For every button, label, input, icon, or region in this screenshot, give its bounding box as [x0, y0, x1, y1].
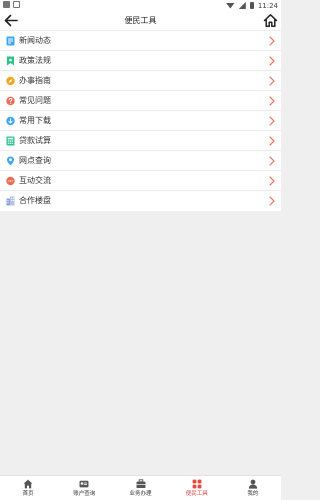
news-icon [6, 36, 15, 46]
notification-icon [3, 1, 10, 8]
bottom-navigation: 首页 账户查询 业务办理 便民工具 我的 [0, 475, 281, 500]
menu-item-label: 互动交流 [19, 176, 51, 185]
grid-icon [192, 479, 202, 489]
menu-item-label: 贷款试算 [19, 136, 51, 145]
status-bar: 11:24 [0, 0, 281, 11]
chevron-right-icon [269, 136, 275, 146]
nav-tools[interactable]: 便民工具 [169, 476, 225, 500]
home-button-icon[interactable] [263, 13, 278, 28]
notification-icon [13, 1, 20, 8]
status-time: 11:24 [257, 1, 278, 10]
menu-item-policy[interactable]: 政策法规 [0, 51, 281, 71]
battery-icon [249, 2, 254, 9]
location-icon [7, 156, 14, 166]
nav-account-query[interactable]: 账户查询 [56, 476, 112, 500]
account-card-icon [79, 480, 89, 488]
menu-item-interaction[interactable]: 互动交流 [0, 171, 281, 191]
nav-label: 我的 [247, 491, 259, 497]
menu-item-faq[interactable]: 常见问题 [0, 91, 281, 111]
nav-label: 便民工具 [185, 491, 208, 497]
chevron-right-icon [269, 76, 275, 86]
nav-home[interactable]: 首页 [0, 476, 56, 500]
chevron-right-icon [269, 56, 275, 66]
menu-item-partner-properties[interactable]: 合作楼盘 [0, 191, 281, 211]
nav-label: 账户查询 [73, 491, 96, 497]
nav-label: 首页 [22, 491, 34, 497]
nav-mine[interactable]: 我的 [225, 476, 281, 500]
download-icon [6, 116, 15, 126]
menu-item-label: 办事指南 [19, 76, 51, 85]
calculator-icon [6, 136, 15, 146]
wifi-icon [225, 2, 235, 9]
chat-icon [6, 176, 15, 186]
chevron-right-icon [269, 176, 275, 186]
home-icon [23, 479, 33, 489]
menu-item-label: 网点查询 [19, 156, 51, 165]
menu-item-downloads[interactable]: 常用下载 [0, 111, 281, 131]
bookmark-icon [7, 56, 14, 66]
notification-icons [3, 1, 20, 8]
user-icon [248, 479, 258, 489]
chevron-right-icon [269, 36, 275, 46]
signal-icon [238, 2, 246, 9]
menu-item-label: 常见问题 [19, 96, 51, 105]
menu-item-label: 政策法规 [19, 56, 51, 65]
menu-item-loan-calculator[interactable]: 贷款试算 [0, 131, 281, 151]
nav-label: 业务办理 [129, 491, 152, 497]
menu-item-branch-search[interactable]: 网点查询 [0, 151, 281, 171]
menu-item-guide[interactable]: 办事指南 [0, 71, 281, 91]
system-icons: 11:24 [225, 0, 278, 11]
chevron-right-icon [269, 96, 275, 106]
tools-menu-list: 新闻动态 政策法规 办事指南 常见问题 常用下载 贷款试算 网点查询 互动交流 … [0, 31, 281, 211]
menu-item-label: 常用下载 [19, 116, 51, 125]
briefcase-icon [136, 479, 145, 488]
menu-item-label: 新闻动态 [19, 36, 51, 45]
back-arrow-icon[interactable] [4, 14, 18, 27]
question-icon [6, 96, 15, 106]
building-icon [6, 196, 15, 206]
chevron-right-icon [269, 196, 275, 206]
menu-item-label: 合作楼盘 [19, 196, 51, 205]
app-header: 便民工具 [0, 11, 281, 30]
page-title: 便民工具 [124, 16, 157, 25]
nav-business[interactable]: 业务办理 [112, 476, 168, 500]
compass-icon [6, 76, 15, 86]
menu-item-news[interactable]: 新闻动态 [0, 31, 281, 51]
chevron-right-icon [269, 156, 275, 166]
chevron-right-icon [269, 116, 275, 126]
